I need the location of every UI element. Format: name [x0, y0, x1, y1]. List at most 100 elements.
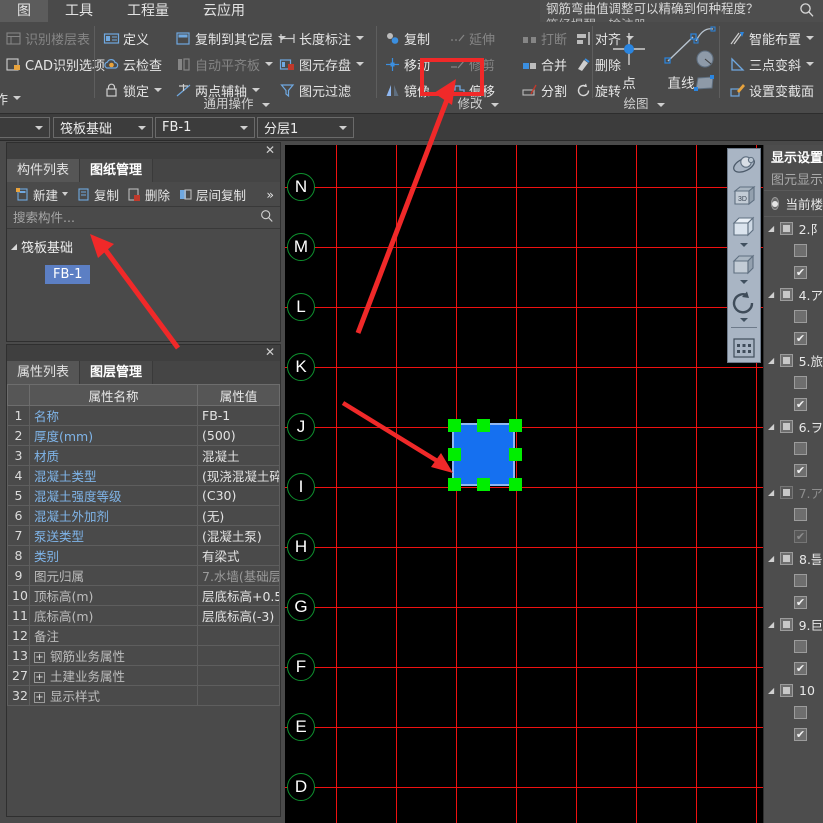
- axis-label-e[interactable]: E: [287, 713, 315, 741]
- search-icon[interactable]: [799, 2, 815, 18]
- axis-label-f[interactable]: F: [287, 653, 315, 681]
- property-value-cell[interactable]: 7.水墙(基础层): [197, 565, 280, 586]
- display-child-node[interactable]: [764, 635, 823, 657]
- checkbox-unchecked-icon[interactable]: [794, 309, 807, 323]
- display-child-node[interactable]: [764, 371, 823, 393]
- checkbox-disabled-icon[interactable]: [779, 485, 793, 499]
- chevron-down-icon[interactable]: ◢: [768, 620, 780, 629]
- ribbon-btn-cad-options[interactable]: CAD识别选项: [2, 52, 108, 76]
- ribbon-btn-length-dimension[interactable]: 长度标注: [276, 26, 367, 50]
- rect-icon[interactable]: [692, 72, 718, 94]
- close-icon[interactable]: ✕: [265, 346, 275, 359]
- 3d-view-icon[interactable]: 3D: [729, 182, 759, 211]
- display-child-node[interactable]: [764, 305, 823, 327]
- menu-item-0[interactable]: 图: [0, 0, 48, 22]
- chevron-down-icon[interactable]: ◢: [768, 290, 780, 299]
- checkbox-unchecked-icon[interactable]: [794, 573, 807, 587]
- property-value-cell[interactable]: (混凝土泵): [197, 525, 280, 546]
- chevron-down-icon[interactable]: [740, 318, 748, 323]
- expand-icon[interactable]: +: [34, 652, 45, 663]
- property-value-cell[interactable]: [197, 645, 280, 666]
- checkbox-checked-icon[interactable]: ✔: [794, 397, 807, 411]
- checkbox-checked-disabled-icon[interactable]: ✔: [794, 529, 807, 543]
- checkbox-unchecked-icon[interactable]: [794, 375, 807, 389]
- menu-item-1[interactable]: 工具: [48, 0, 110, 22]
- close-icon[interactable]: ✕: [265, 144, 275, 157]
- combo-layer[interactable]: 分层1: [257, 117, 354, 138]
- property-value-cell[interactable]: 层底标高(-3): [197, 605, 280, 626]
- delete-component-button[interactable]: 删除: [123, 183, 174, 205]
- grid-settings-icon[interactable]: [729, 333, 759, 362]
- ribbon-btn-copy-to-other-layer[interactable]: 复制到其它层: [172, 26, 289, 50]
- checkbox-unchecked-icon[interactable]: [794, 639, 807, 653]
- display-child-node[interactable]: [764, 701, 823, 723]
- table-row[interactable]: 8 类别 有梁式: [7, 545, 280, 566]
- ribbon-btn-copy[interactable]: 复制: [381, 26, 433, 50]
- expand-icon[interactable]: +: [34, 672, 45, 683]
- checkbox-partial-icon[interactable]: [779, 353, 793, 367]
- table-row[interactable]: 6 混凝土外加剂 (无): [7, 505, 280, 526]
- chevron-down-icon[interactable]: ◢: [768, 224, 780, 233]
- resize-handle-e[interactable]: [509, 448, 522, 461]
- property-value-cell[interactable]: 有梁式: [197, 545, 280, 566]
- copy-between-layers-button[interactable]: 层间复制: [174, 183, 250, 205]
- display-child-node[interactable]: ✔: [764, 525, 823, 547]
- display-child-node[interactable]: ✔: [764, 657, 823, 679]
- chevron-down-icon[interactable]: ◢: [768, 554, 780, 563]
- chevron-down-icon[interactable]: [740, 280, 748, 285]
- display-child-node[interactable]: [764, 239, 823, 261]
- property-value-cell[interactable]: 混凝土: [197, 445, 280, 466]
- checkbox-partial-icon[interactable]: [780, 683, 793, 697]
- chevron-down-icon[interactable]: ◢: [768, 488, 780, 497]
- ribbon-btn-break[interactable]: 打断: [518, 26, 570, 50]
- property-value-cell[interactable]: [197, 685, 280, 706]
- table-row[interactable]: 4 混凝土类型 (现浇混凝土碎石<40): [7, 465, 280, 486]
- checkbox-partial-icon[interactable]: [779, 419, 793, 433]
- display-child-node[interactable]: ✔: [764, 459, 823, 481]
- orbit-icon[interactable]: [729, 151, 759, 180]
- selected-element[interactable]: [452, 423, 515, 486]
- tab-drawing-management[interactable]: 图纸管理: [80, 159, 154, 182]
- drawing-canvas[interactable]: N M L K J I H G F E D: [285, 145, 763, 823]
- resize-handle-n[interactable]: [477, 419, 490, 432]
- display-node[interactable]: ◢ 2.阝: [764, 217, 823, 239]
- property-value-cell[interactable]: (现浇混凝土碎石<40): [197, 465, 280, 486]
- arc-icon[interactable]: [692, 24, 718, 46]
- combo-component-name[interactable]: FB-1: [155, 117, 255, 138]
- tree-node-root[interactable]: ◢ 筏板基础: [7, 235, 280, 257]
- expand-icon[interactable]: +: [34, 692, 45, 703]
- display-child-node[interactable]: ✔: [764, 393, 823, 415]
- circle-icon[interactable]: [692, 48, 718, 70]
- command-overflow-button[interactable]: »: [262, 183, 280, 205]
- chevron-down-icon[interactable]: ◢: [768, 356, 780, 365]
- property-value-cell[interactable]: FB-1: [197, 405, 280, 426]
- checkbox-unchecked-icon[interactable]: [794, 507, 807, 521]
- ribbon-btn-merge[interactable]: 合并: [518, 52, 570, 76]
- display-node[interactable]: ◢ 5.旅: [764, 349, 823, 371]
- checkbox-unchecked-icon[interactable]: [794, 705, 807, 719]
- table-row[interactable]: 12 备注: [7, 625, 280, 646]
- display-node[interactable]: ◢ 8.틀: [764, 547, 823, 569]
- axis-label-h[interactable]: H: [287, 533, 315, 561]
- ribbon-btn-extend[interactable]: 延伸: [446, 26, 498, 50]
- display-node[interactable]: ◢ 9.巨: [764, 613, 823, 635]
- display-node[interactable]: ◢ 4.ア: [764, 283, 823, 305]
- axis-label-g[interactable]: G: [287, 593, 315, 621]
- chevron-down-icon[interactable]: ◢: [7, 242, 21, 251]
- ribbon-btn-set-section[interactable]: 设置变截面: [726, 78, 817, 102]
- table-row[interactable]: 13 + 钢筋业务属性: [7, 645, 280, 666]
- display-child-node[interactable]: ✔: [764, 591, 823, 613]
- property-value-cell[interactable]: (500): [197, 425, 280, 446]
- checkbox-unchecked-icon[interactable]: [794, 441, 807, 455]
- property-value-cell[interactable]: (C30): [197, 485, 280, 506]
- new-component-button[interactable]: 新建: [11, 183, 72, 205]
- ribbon-group-title-1[interactable]: 通用操作: [96, 93, 377, 112]
- property-value-cell[interactable]: [197, 625, 280, 646]
- display-node[interactable]: ◢ 10: [764, 679, 823, 701]
- table-row[interactable]: 10 顶标高(m) 层底标高+0.5(-2.5): [7, 585, 280, 606]
- table-row[interactable]: 27 + 土建业务属性: [7, 665, 280, 686]
- checkbox-checked-icon[interactable]: ✔: [794, 265, 807, 279]
- ribbon-btn-cloud-check[interactable]: 云检查: [100, 52, 165, 76]
- property-value-cell[interactable]: (无): [197, 505, 280, 526]
- display-child-node[interactable]: [764, 569, 823, 591]
